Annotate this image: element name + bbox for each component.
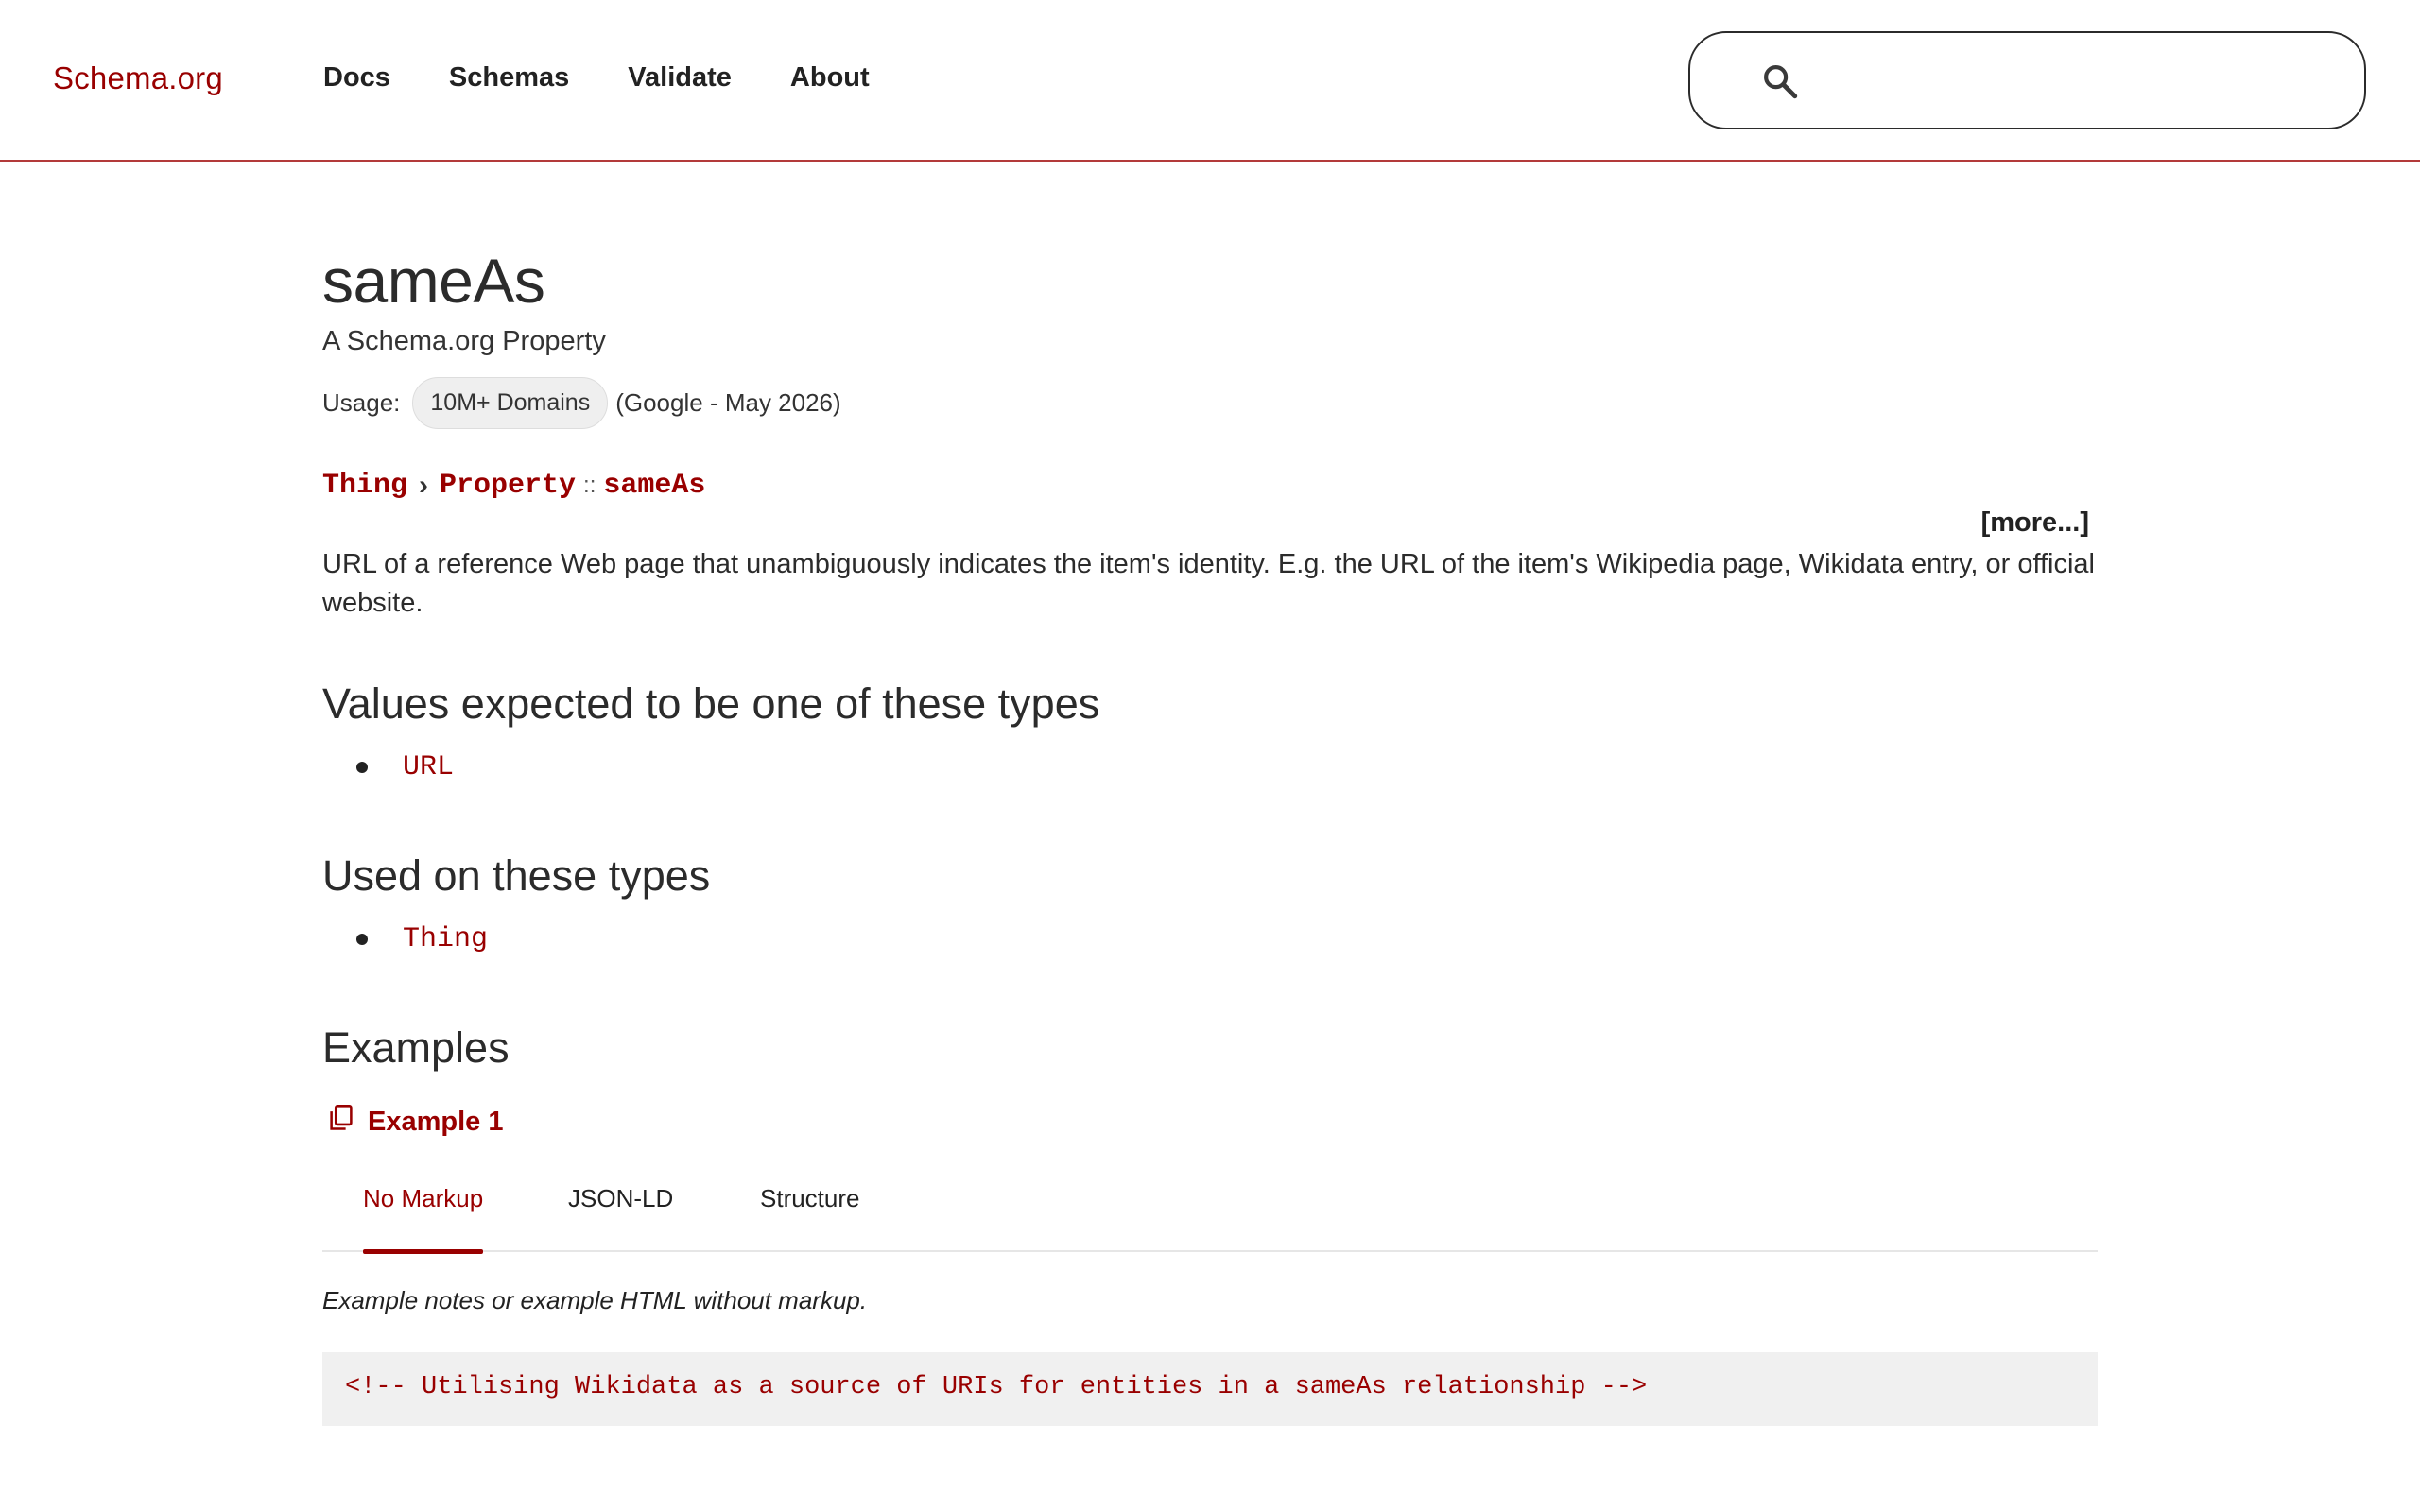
tab-structure[interactable]: Structure: [760, 1184, 860, 1252]
search-icon[interactable]: [1760, 61, 1800, 101]
tab-no-markup[interactable]: No Markup: [363, 1184, 484, 1254]
more-link[interactable]: [more...]: [1981, 507, 2089, 539]
example-1-label: Example 1: [368, 1107, 504, 1137]
breadcrumb-property-separator: ::: [583, 472, 596, 498]
list-item: URL: [356, 751, 454, 783]
expected-types-list: URL: [356, 751, 454, 783]
main-nav: Docs Schemas Validate About: [323, 62, 870, 94]
bullet-dot: [356, 934, 368, 945]
usage-source: (Google - May 2026): [615, 388, 841, 417]
example-1-link[interactable]: Example 1: [328, 1104, 504, 1138]
expected-types-heading: Values expected to be one of these types: [322, 679, 1100, 728]
page-title: sameAs: [322, 246, 545, 316]
used-on-heading: Used on these types: [322, 851, 711, 900]
examples-heading: Examples: [322, 1023, 510, 1072]
bullet-dot: [356, 762, 368, 773]
code-text: <!-- Utilising Wikidata as a source of U…: [345, 1373, 1648, 1401]
nav-schemas[interactable]: Schemas: [449, 62, 569, 94]
nav-about[interactable]: About: [790, 62, 870, 94]
breadcrumb-property[interactable]: Property: [440, 470, 576, 502]
search-input[interactable]: [1823, 52, 2333, 111]
breadcrumb: Thing › Property :: sameAs: [322, 470, 705, 502]
usage-badge: 10M+ Domains: [412, 377, 609, 429]
search-box[interactable]: [1688, 31, 2366, 129]
nav-docs[interactable]: Docs: [323, 62, 390, 94]
usage-row: Usage: 10M+ Domains (Google - May 2026): [322, 377, 841, 429]
list-item: Thing: [356, 923, 488, 955]
example-tabs: No Markup JSON-LD Structure: [322, 1184, 2098, 1254]
property-description: URL of a reference Web page that unambig…: [322, 549, 2096, 618]
breadcrumb-thing[interactable]: Thing: [322, 470, 407, 502]
code-block: <!-- Utilising Wikidata as a source of U…: [322, 1352, 2098, 1426]
type-link-thing[interactable]: Thing: [403, 923, 488, 955]
site-logo[interactable]: Schema.org: [53, 60, 223, 96]
top-bar: Schema.org Docs Schemas Validate About: [0, 0, 2420, 162]
nav-validate[interactable]: Validate: [628, 62, 732, 94]
page-subtitle: A Schema.org Property: [322, 326, 606, 356]
tab-json-ld[interactable]: JSON-LD: [568, 1184, 673, 1252]
breadcrumb-sameas[interactable]: sameAs: [603, 470, 705, 502]
usage-label: Usage:: [322, 388, 401, 417]
used-on-list: Thing: [356, 923, 488, 955]
type-link-url[interactable]: URL: [403, 751, 454, 783]
example-notes: Example notes or example HTML without ma…: [322, 1286, 868, 1314]
copy-icon[interactable]: [328, 1104, 354, 1132]
breadcrumb-separator: ›: [419, 470, 429, 501]
